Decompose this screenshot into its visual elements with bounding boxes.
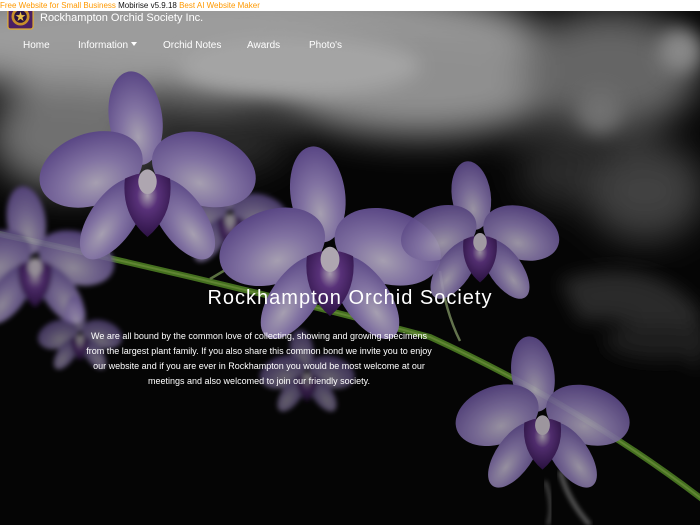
nav-home[interactable]: Home xyxy=(23,40,50,52)
nav-information[interactable]: Information xyxy=(78,40,138,52)
navbar: Rockhampton Orchid Society Inc. Home Inf… xyxy=(0,11,700,63)
nav-information-label: Information xyxy=(78,40,129,51)
site-brand-name[interactable]: Rockhampton Orchid Society Inc. xyxy=(40,12,203,25)
banner-link-free-website[interactable]: Free Website for Small Business xyxy=(0,1,116,10)
promo-banner[interactable]: Free Website for Small Business Mobirise… xyxy=(0,0,700,11)
hero-description: We are all bound by the common love of c… xyxy=(86,331,432,386)
hero-title: Rockhampton Orchid Society xyxy=(207,287,493,309)
hero-section: Rockhampton Orchid Society Inc. Home Inf… xyxy=(0,11,700,525)
nav-awards[interactable]: Awards xyxy=(247,40,280,52)
society-badge-icon[interactable] xyxy=(7,11,34,30)
dropdown-caret-icon xyxy=(131,42,138,46)
banner-version[interactable]: Mobirise v5.9.18 xyxy=(118,1,177,10)
nav-orchid-notes[interactable]: Orchid Notes xyxy=(163,40,221,52)
orchid-background-image xyxy=(0,11,700,525)
banner-link-ai-maker[interactable]: Best AI Website Maker xyxy=(179,1,260,10)
nav-photos[interactable]: Photo's xyxy=(309,40,342,52)
